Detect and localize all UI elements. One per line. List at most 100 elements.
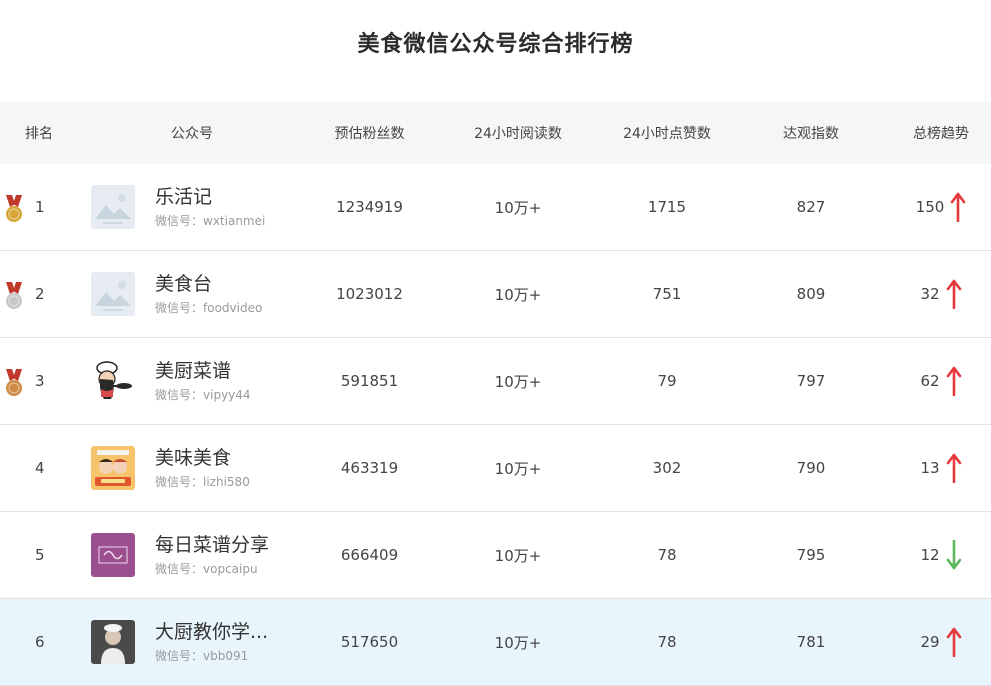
trend-up-arrow-icon <box>946 279 961 309</box>
rank-cell: 4 <box>1 426 77 510</box>
reads-24h: 10万+ <box>494 285 542 304</box>
column-header-reads: 24小时阅读数 <box>474 126 562 142</box>
rank-cell: 6 <box>1 600 77 684</box>
table-row[interactable]: 6 大厨教你学... 微信号：vbb091 517650 10万+ 78 781 29 <box>0 598 991 686</box>
account-cell[interactable]: 美食台微信号：foodvideo <box>79 272 305 316</box>
rank-number: 3 <box>35 372 45 390</box>
rank-number: 2 <box>35 285 45 303</box>
wechat-id-value: vipyy44 <box>203 388 251 402</box>
daguan-index: 797 <box>796 372 826 390</box>
wechat-id-value: vbb091 <box>203 649 249 663</box>
account-avatar[interactable] <box>91 533 135 577</box>
trend-value: 32 <box>920 285 940 303</box>
table-header: 排名 公众号 预估粉丝数 24小时阅读数 24小时点赞数 达观指数 总榜趋势 <box>0 102 991 164</box>
column-header-index: 达观指数 <box>783 126 839 142</box>
daguan-index: 809 <box>796 285 826 303</box>
table-row[interactable]: 4 美味美食微信号：lizhi580 463319 10万+ 302 790 13 <box>0 425 991 512</box>
reads-24h: 10万+ <box>494 372 542 391</box>
account-name[interactable]: 美味美食 <box>155 446 250 470</box>
likes-24h: 78 <box>657 633 677 651</box>
account-cell[interactable]: 美味美食微信号：lizhi580 <box>79 446 305 490</box>
rank-cell: 1 <box>1 165 77 249</box>
column-header-rank: 排名 <box>25 126 53 142</box>
account-wechat-id: 微信号：vopcaipu <box>155 560 269 577</box>
account-cell[interactable]: 每日菜谱分享微信号：vopcaipu <box>79 533 305 577</box>
reads-24h: 10万+ <box>494 459 542 478</box>
account-avatar[interactable] <box>91 446 135 490</box>
trend-up-arrow-icon <box>946 366 961 396</box>
trend-value: 29 <box>920 633 940 651</box>
account-name[interactable]: 美厨菜谱 <box>155 359 251 383</box>
account-name[interactable]: 乐活记 <box>155 185 265 209</box>
column-header-trend: 总榜趋势 <box>913 126 969 142</box>
account-avatar[interactable] <box>91 620 135 664</box>
wechat-id-prefix: 微信号： <box>155 562 204 576</box>
account-avatar[interactable] <box>91 359 135 403</box>
trend-value: 150 <box>915 198 945 216</box>
ranking-table: 排名 公众号 预估粉丝数 24小时阅读数 24小时点赞数 达观指数 总榜趋势 1… <box>0 102 991 686</box>
trend-up-arrow-icon <box>946 627 961 657</box>
fans-count: 1234919 <box>336 198 403 216</box>
wechat-id-value: lizhi580 <box>203 475 250 489</box>
account-name[interactable]: 美食台 <box>155 272 262 296</box>
account-avatar[interactable] <box>91 272 135 316</box>
table-row[interactable]: 1 乐活记微信号：wxtianmei 1234919 10万+ 1715 827 150 <box>0 164 991 251</box>
daguan-index: 827 <box>796 198 826 216</box>
trend-cell: 150 <box>916 192 967 222</box>
fans-count: 591851 <box>340 372 399 390</box>
trend-up-arrow-icon <box>951 192 966 222</box>
rank-number: 6 <box>35 633 45 651</box>
daguan-index: 795 <box>796 546 826 564</box>
trend-cell: 13 <box>920 453 961 483</box>
likes-24h: 78 <box>657 546 677 564</box>
wechat-id-prefix: 微信号： <box>155 301 204 315</box>
account-cell[interactable]: 大厨教你学... 微信号：vbb091 <box>79 620 305 664</box>
daguan-index: 781 <box>796 633 826 651</box>
account-wechat-id: 微信号：wxtianmei <box>155 212 265 229</box>
table-row[interactable]: 3 美厨菜谱微信号：vipyy44 591851 10万+ 79 797 62 <box>0 338 991 425</box>
column-header-likes: 24小时点赞数 <box>623 126 711 142</box>
page-title: 美食微信公众号综合排行榜 <box>357 32 634 57</box>
account-wechat-id: 微信号：foodvideo <box>155 299 262 316</box>
wechat-id-prefix: 微信号： <box>155 214 204 228</box>
column-header-account: 公众号 <box>171 126 213 142</box>
likes-24h: 751 <box>652 285 682 303</box>
wechat-id-prefix: 微信号： <box>155 388 204 402</box>
table-row[interactable]: 5 每日菜谱分享 微信号：vopcaipu 666409 10万+ 78 795 12 <box>0 512 991 599</box>
rank-number: 5 <box>35 546 45 564</box>
wechat-id-prefix: 微信号： <box>155 649 204 663</box>
fans-count: 463319 <box>340 459 399 477</box>
account-avatar[interactable] <box>91 185 135 229</box>
daguan-index: 790 <box>796 459 826 477</box>
likes-24h: 1715 <box>647 198 687 216</box>
table-row[interactable]: 2 美食台 微信号：foodvideo 1023012 10万+ 751 809 32 <box>0 251 991 338</box>
account-cell[interactable]: 乐活记微信号：wxtianmei <box>79 185 305 229</box>
wechat-id-value: foodvideo <box>203 301 263 315</box>
reads-24h: 10万+ <box>494 546 542 565</box>
reads-24h: 10万+ <box>494 198 542 217</box>
likes-24h: 79 <box>657 372 677 390</box>
fans-count: 517650 <box>340 633 399 651</box>
account-name[interactable]: 大厨教你学... <box>155 620 268 644</box>
trend-value: 12 <box>920 546 940 564</box>
account-name[interactable]: 每日菜谱分享 <box>155 533 269 557</box>
rank-number: 4 <box>35 459 45 477</box>
rank-number: 1 <box>35 198 45 216</box>
trend-value: 13 <box>920 459 940 477</box>
trend-cell: 62 <box>920 366 961 396</box>
account-wechat-id: 微信号：vipyy44 <box>155 386 251 403</box>
rank-cell: 3 <box>1 339 77 423</box>
rank-cell: 2 <box>1 252 77 336</box>
account-cell[interactable]: 美厨菜谱微信号：vipyy44 <box>79 359 305 403</box>
rank-cell: 5 <box>1 513 77 597</box>
trend-up-arrow-icon <box>946 453 961 483</box>
wechat-id-value: vopcaipu <box>203 562 258 576</box>
trend-cell: 29 <box>920 627 961 657</box>
ranking-page: 美食微信公众号综合排行榜 排名 公众号 预估粉丝数 24小时阅读数 24小时点赞… <box>0 0 991 686</box>
trend-down-arrow-icon <box>946 540 961 570</box>
wechat-id-value: wxtianmei <box>203 214 266 228</box>
likes-24h: 302 <box>652 459 682 477</box>
reads-24h: 10万+ <box>494 633 542 652</box>
trend-cell: 12 <box>920 540 961 570</box>
account-wechat-id: 微信号：lizhi580 <box>155 473 250 490</box>
